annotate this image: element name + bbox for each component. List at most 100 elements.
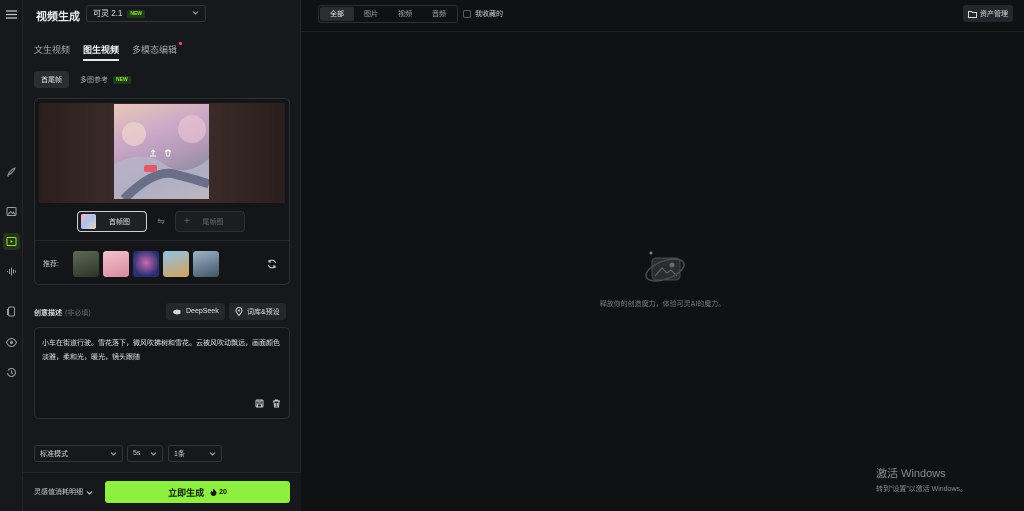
generation-panel: 视频生成 可灵 2.1 NEW 文生视频 图生视频 多模态编辑 首尾帧 多图参考… <box>23 0 301 511</box>
menu-icon[interactable] <box>3 6 20 23</box>
windows-watermark: 激活 Windows 转到“设置”以激活 Windows。 <box>876 465 967 494</box>
notification-dot <box>179 42 183 45</box>
duration-select[interactable]: 5s <box>127 445 163 462</box>
subtab-label: 多图参考 <box>80 76 108 84</box>
upload-icon[interactable] <box>147 147 159 159</box>
cost-detail-label: 灵感值消耗明细 <box>34 489 83 496</box>
cost-detail-toggle[interactable]: 灵感值消耗明细 <box>34 487 93 497</box>
copy-icon[interactable] <box>3 303 20 320</box>
checkbox[interactable] <box>463 10 471 18</box>
model-name: 可灵 2.1 <box>93 9 123 18</box>
recommend-thumb[interactable] <box>73 251 99 277</box>
subtab-start-end-frame[interactable]: 首尾帧 <box>34 71 69 88</box>
subtab-multi-image-ref[interactable]: 多图参考 NEW <box>73 71 138 88</box>
whale-icon <box>173 309 181 314</box>
tab-label: 图生视频 <box>83 45 120 55</box>
recommend-thumb[interactable] <box>103 251 129 277</box>
generate-cost-value: 20 <box>219 488 227 496</box>
tab-image-to-video[interactable]: 图生视频 <box>83 43 120 61</box>
results-area: 全部 图片 视频 音频 我收藏的 资产管理 释放你的创造魔力，体验可灵AI的魔力… <box>301 0 1024 511</box>
prompt-input[interactable]: 小车在街道行驶。雪花落下，微风吹拂树和雪花。云被风吹动飘远，画面颜色淡雅，柔和光… <box>34 327 290 419</box>
chevron-down-icon <box>209 452 216 456</box>
swap-icon[interactable]: ⇋ <box>147 216 175 227</box>
divider <box>35 240 289 241</box>
folder-icon <box>968 10 977 18</box>
bottom-bar: 灵感值消耗明细 立即生成 20 <box>23 472 301 511</box>
history-icon[interactable] <box>3 364 20 381</box>
duration-value: 5s <box>133 450 141 457</box>
filter-label: 视频 <box>398 11 412 18</box>
count-value: 1条 <box>174 450 185 458</box>
flame-icon <box>210 488 217 496</box>
generate-label: 立即生成 <box>168 487 205 498</box>
filter-audio[interactable]: 音频 <box>422 7 456 21</box>
filter-all[interactable]: 全部 <box>320 7 354 21</box>
recommend-thumb[interactable] <box>193 251 219 277</box>
nav-rail <box>0 0 23 511</box>
chevron-down-icon <box>86 490 93 495</box>
sub-tabs: 首尾帧 多图参考 NEW <box>34 71 142 88</box>
empty-state-text: 释放你的创造魔力，体验可灵AI的魔力。 <box>599 301 726 308</box>
refresh-icon[interactable] <box>267 259 277 271</box>
generate-cost: 20 <box>210 488 227 496</box>
recommend-thumb[interactable] <box>163 251 189 277</box>
presets-label: 词库&预设 <box>247 308 280 316</box>
filter-videos[interactable]: 视频 <box>388 7 422 21</box>
model-select[interactable]: 可灵 2.1 NEW <box>86 5 206 22</box>
mode-value: 标准模式 <box>40 450 68 458</box>
description-title: 创意描述 <box>34 310 62 317</box>
count-select[interactable]: 1条 <box>168 445 222 462</box>
chevron-down-icon <box>150 452 157 456</box>
tab-label: 文生视频 <box>34 45 71 55</box>
asset-label: 资产管理 <box>980 10 1008 18</box>
prompt-tools <box>249 397 283 409</box>
eye-icon[interactable] <box>3 334 20 351</box>
asset-management-button[interactable]: 资产管理 <box>963 5 1013 22</box>
tab-text-to-video[interactable]: 文生视频 <box>34 43 70 61</box>
deepseek-button[interactable]: DeepSeek <box>166 303 225 320</box>
description-label: 创意描述 (非必填) <box>34 308 91 318</box>
favorites-label: 我收藏的 <box>475 11 503 18</box>
favorites-checkbox[interactable]: 我收藏的 <box>463 9 503 19</box>
start-frame-button[interactable]: 首帧图 <box>77 211 147 232</box>
filter-label: 音频 <box>432 11 446 18</box>
preview-actions <box>147 147 177 159</box>
recommend-list <box>73 251 223 277</box>
save-icon[interactable] <box>252 397 266 409</box>
trash-icon[interactable] <box>162 147 174 159</box>
deepseek-label: DeepSeek <box>186 308 219 315</box>
recommend-thumb[interactable] <box>133 251 159 277</box>
empty-state-icon <box>643 246 687 292</box>
video-icon[interactable] <box>3 233 20 250</box>
chevron-down-icon <box>192 9 199 18</box>
frame-row: 首帧图 ⇋ + 尾帧图 <box>77 211 245 232</box>
recommend-label: 推荐: <box>43 261 59 268</box>
filter-images[interactable]: 图片 <box>354 7 388 21</box>
frame-upload-box: 首帧图 ⇋ + 尾帧图 推荐: <box>34 98 290 285</box>
start-frame-thumb <box>81 214 96 229</box>
model-new-badge: NEW <box>127 9 146 18</box>
mode-tabs: 文生视频 图生视频 多模态编辑 <box>34 42 190 61</box>
presets-button[interactable]: 词库&预设 <box>229 303 286 320</box>
filter-label: 图片 <box>364 11 378 18</box>
plus-icon: + <box>184 216 190 227</box>
image-icon[interactable] <box>3 203 20 220</box>
filter-label: 全部 <box>330 11 344 18</box>
page-title: 视频生成 <box>36 11 80 23</box>
divider <box>301 31 1024 32</box>
brush-icon[interactable] <box>3 163 20 180</box>
prompt-text[interactable]: 小车在街道行驶。雪花落下，微风吹拂树和雪花。云被风吹动飘远，画面颜色淡雅，柔和光… <box>42 337 284 365</box>
pin-icon <box>235 307 243 316</box>
trash-icon[interactable] <box>269 397 283 409</box>
start-frame-label: 首帧图 <box>109 218 130 226</box>
mode-select[interactable]: 标准模式 <box>34 445 123 462</box>
tab-multimodal-edit[interactable]: 多模态编辑 <box>132 42 183 61</box>
watermark-subtitle: 转到“设置”以激活 Windows。 <box>876 486 968 493</box>
subtab-new-badge: NEW <box>113 75 131 84</box>
audio-icon[interactable] <box>3 263 20 280</box>
end-frame-button[interactable]: + 尾帧图 <box>175 211 245 232</box>
frame-preview <box>39 103 285 203</box>
filter-tabs: 全部 图片 视频 音频 <box>318 5 458 23</box>
chevron-down-icon <box>110 452 117 456</box>
generate-button[interactable]: 立即生成 20 <box>105 481 290 503</box>
